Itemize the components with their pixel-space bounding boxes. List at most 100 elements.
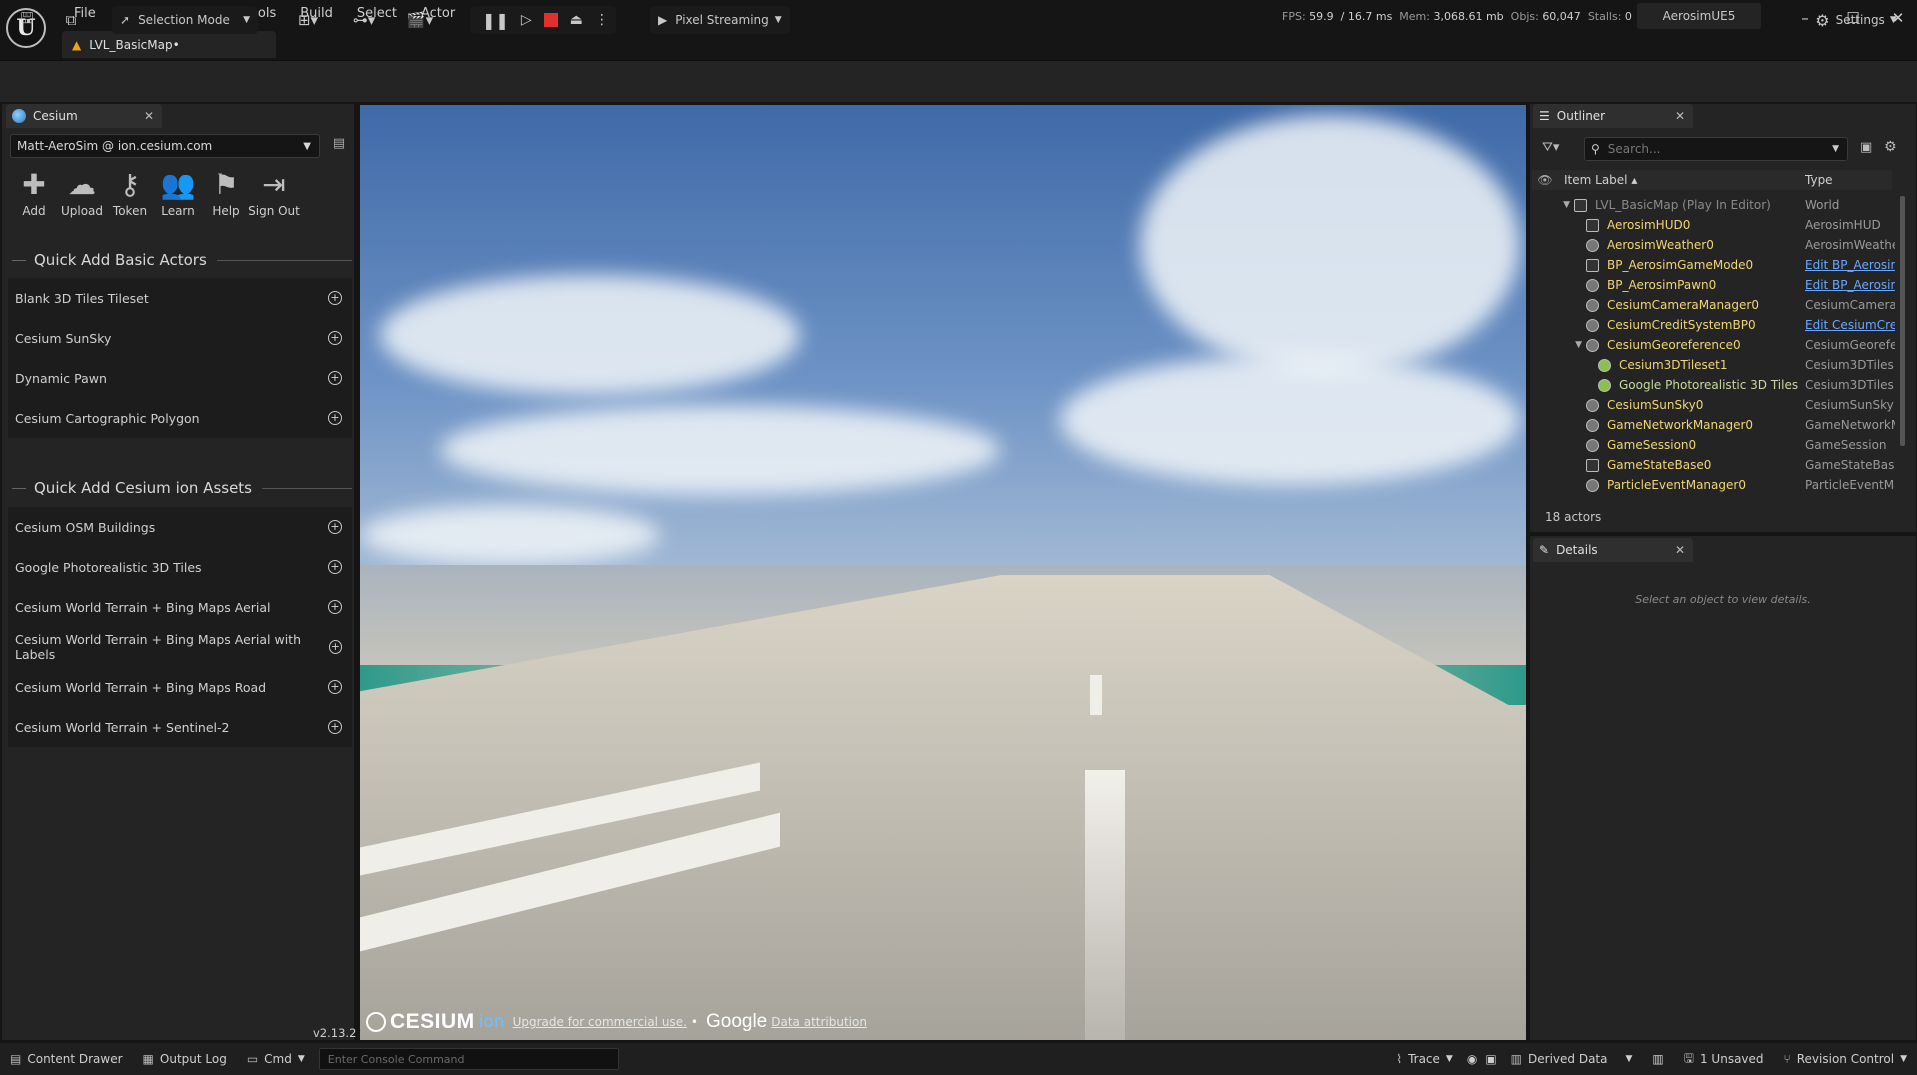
close-icon[interactable]: ✕ <box>144 109 154 123</box>
filter-icon[interactable]: ⛛▾ <box>1542 140 1559 155</box>
list-item[interactable]: Google Photorealistic 3D Tiles + <box>8 547 352 587</box>
save-icon: 🖫 <box>1683 1050 1694 1065</box>
data-attribution-link[interactable]: Data attribution <box>771 1015 867 1029</box>
content-drawer-button[interactable]: ▤ Content Drawer <box>0 1043 133 1075</box>
add-actor-icon[interactable]: ⊞▾ <box>288 8 328 32</box>
derived-data-dropdown[interactable]: ▥ Derived Data ▼ <box>1501 1043 1643 1075</box>
outliner-scrollbar[interactable] <box>1900 196 1905 446</box>
outliner-row[interactable]: AerosimWeather0 AerosimWeathe <box>1532 235 1898 255</box>
list-item[interactable]: Cesium World Terrain + Bing Maps Aerial … <box>8 627 352 667</box>
list-item[interactable]: Dynamic Pawn + <box>8 358 352 398</box>
level-viewport[interactable] <box>360 105 1526 1040</box>
account-selector[interactable]: Matt-AeroSim @ ion.cesium.com ▼ <box>10 134 320 158</box>
list-item[interactable]: Blank 3D Tiles Tileset + <box>8 278 352 318</box>
step-icon[interactable]: ▷ <box>521 12 532 28</box>
add-circle-icon[interactable]: + <box>328 331 342 345</box>
help-button[interactable]: ⚑ Help <box>202 168 250 228</box>
outliner-search-input[interactable]: ⚲ Search... ▼ <box>1584 137 1848 161</box>
console-input[interactable]: Enter Console Command <box>318 1048 619 1070</box>
outliner-row[interactable]: AerosimHUD0 AerosimHUD <box>1532 215 1898 235</box>
outliner-row[interactable]: ParticleEventManager0 ParticleEventMa <box>1532 475 1898 495</box>
column-type[interactable]: Type <box>1805 173 1833 187</box>
upgrade-link[interactable]: Upgrade for commercial use. <box>513 1015 687 1029</box>
more-options-icon[interactable]: ⋮ <box>595 12 609 28</box>
list-item[interactable]: Cesium World Terrain + Bing Maps Aerial + <box>8 587 352 627</box>
list-item[interactable]: Cesium OSM Buildings + <box>8 507 352 547</box>
tab-details[interactable]: ✎ Details ✕ <box>1533 538 1693 562</box>
token-button[interactable]: ⚷ Token <box>106 168 154 228</box>
add-circle-icon[interactable]: + <box>328 720 342 734</box>
learn-button[interactable]: 👥 Learn <box>154 168 202 228</box>
edit-blueprint-link[interactable]: Edit BP_Aerosin <box>1805 258 1895 272</box>
column-item-label[interactable]: Item Label ▴ <box>1564 173 1637 187</box>
screenshot-icon[interactable]: ▣ <box>1481 1043 1500 1075</box>
add-button[interactable]: ✚ Add <box>10 168 58 228</box>
outliner-row[interactable]: CesiumCameraManager0 CesiumCamera <box>1532 295 1898 315</box>
tab-cesium[interactable]: Cesium ✕ <box>6 104 162 128</box>
outliner-row[interactable]: ▼ LVL_BasicMap (Play In Editor) World <box>1532 195 1898 215</box>
add-circle-icon[interactable]: + <box>328 560 342 574</box>
outliner-row[interactable]: Cesium3DTileset1 Cesium3DTiles <box>1532 355 1898 375</box>
folder-icon[interactable]: ▤ <box>328 136 350 156</box>
save-icon[interactable]: 🖫 <box>14 8 40 32</box>
add-circle-icon[interactable]: + <box>328 291 342 305</box>
add-circle-icon[interactable]: + <box>328 520 342 534</box>
add-circle-icon[interactable]: + <box>328 411 342 425</box>
outliner-row[interactable]: BP_AerosimPawn0 Edit BP_Aerosin <box>1532 275 1898 295</box>
cloud <box>1060 355 1520 485</box>
list-item-label: Cesium World Terrain + Bing Maps Aerial … <box>15 632 302 662</box>
add-circle-icon[interactable]: + <box>328 640 342 654</box>
network-icon[interactable]: ▥ <box>1642 1043 1673 1075</box>
add-circle-icon[interactable]: + <box>328 371 342 385</box>
list-item-label: Google Photorealistic 3D Tiles <box>15 559 202 575</box>
expand-arrow-icon[interactable]: ▼ <box>1532 340 1586 350</box>
outliner-row[interactable]: GameSession0 GameSession <box>1532 435 1898 455</box>
output-log-button[interactable]: ▦ Output Log <box>133 1043 237 1075</box>
cinematics-icon[interactable]: 🎬▾ <box>400 8 440 32</box>
cmd-dropdown[interactable]: ▭ Cmd ▼ <box>237 1043 315 1075</box>
objs-label: Objs: <box>1510 10 1539 23</box>
row-label: GameNetworkManager0 <box>1607 418 1754 432</box>
expand-arrow-icon[interactable]: ▼ <box>1532 200 1574 210</box>
level-tab[interactable]: ▲ LVL_BasicMap• <box>62 31 276 58</box>
eject-icon[interactable]: ⏏ <box>570 12 583 28</box>
outliner-row[interactable]: CesiumCreditSystemBP0 Edit CesiumCre <box>1532 315 1898 335</box>
row-label: ParticleEventManager0 <box>1607 478 1746 492</box>
upload-button[interactable]: ☁ Upload <box>58 168 106 228</box>
add-folder-icon[interactable]: ▣ <box>1860 140 1872 155</box>
outliner-row[interactable]: BP_AerosimGameMode0 Edit BP_Aerosin <box>1532 255 1898 275</box>
unsaved-button[interactable]: 🖫 1 Unsaved <box>1674 1043 1774 1075</box>
outliner-row[interactable]: GameStateBase0 GameStateBase <box>1532 455 1898 475</box>
close-icon[interactable]: ✕ <box>1675 543 1685 557</box>
pixel-streaming-icon: ▶ <box>658 13 668 27</box>
trace-dropdown[interactable]: ⌇ Trace ▼ <box>1386 1043 1463 1075</box>
outliner-row[interactable]: ▼ CesiumGeoreference0 CesiumGeorefe <box>1532 335 1898 355</box>
gear-icon[interactable]: ⚙ <box>1884 139 1897 155</box>
record-icon[interactable]: ◉ <box>1463 1043 1481 1075</box>
browse-icon[interactable]: ⧉ <box>58 8 84 32</box>
settings-button[interactable]: ⚙ Settings ▼ <box>1808 8 1904 32</box>
outliner-row[interactable]: GameNetworkManager0 GameNetworkM <box>1532 415 1898 435</box>
chevron-down-icon: ▼ <box>243 15 250 25</box>
add-circle-icon[interactable]: + <box>328 680 342 694</box>
outliner-row[interactable]: Google Photorealistic 3D Tiles Cesium3DTi… <box>1532 375 1898 395</box>
list-item[interactable]: Cesium World Terrain + Bing Maps Road + <box>8 667 352 707</box>
edit-blueprint-link[interactable]: Edit BP_Aerosin <box>1805 278 1895 292</box>
edit-blueprint-link[interactable]: Edit CesiumCre <box>1805 318 1895 332</box>
list-item[interactable]: Cesium Cartographic Polygon + <box>8 398 352 438</box>
selection-mode-dropdown[interactable]: ➚ Selection Mode ▼ <box>112 6 258 34</box>
stop-icon[interactable] <box>543 13 558 27</box>
blueprint-icon[interactable]: ⊶▾ <box>344 8 384 32</box>
eye-icon[interactable]: 👁 <box>1532 173 1558 187</box>
add-circle-icon[interactable]: + <box>328 600 342 614</box>
revision-control-dropdown[interactable]: ⑂ Revision Control ▼ <box>1774 1043 1917 1075</box>
outliner-row[interactable]: CesiumSunSky0 CesiumSunSky <box>1532 395 1898 415</box>
row-type: World <box>1805 198 1840 212</box>
close-icon[interactable]: ✕ <box>1675 109 1685 123</box>
list-item[interactable]: Cesium SunSky + <box>8 318 352 358</box>
pause-icon[interactable]: ❚❚ <box>482 11 509 30</box>
tab-outliner[interactable]: ☰ Outliner ✕ <box>1533 104 1693 128</box>
sign-out-button[interactable]: ⇥ Sign Out <box>248 168 300 228</box>
list-item[interactable]: Cesium World Terrain + Sentinel-2 + <box>8 707 352 747</box>
pixel-streaming-dropdown[interactable]: ▶ Pixel Streaming ▼ <box>650 6 790 34</box>
